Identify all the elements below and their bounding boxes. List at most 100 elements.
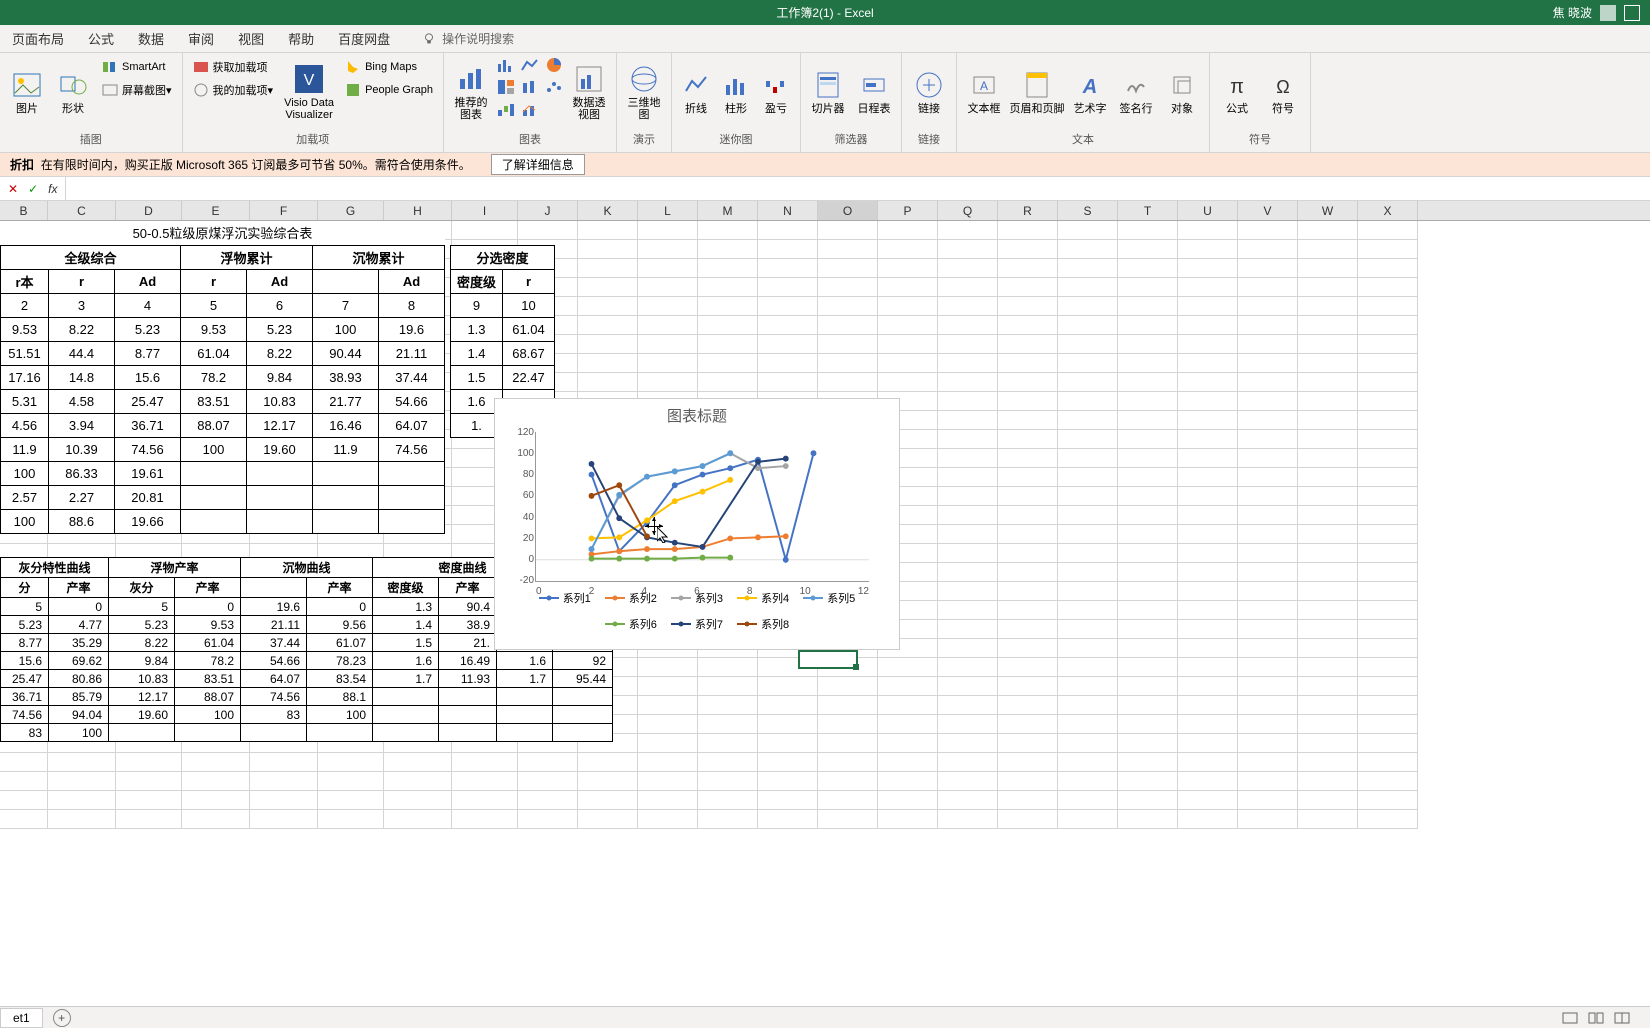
sparkline-col-button[interactable]: 柱形 xyxy=(718,56,754,128)
svg-text:V: V xyxy=(304,72,315,89)
col-header-U[interactable]: U xyxy=(1178,201,1238,220)
timeline-button[interactable]: 日程表 xyxy=(853,56,895,128)
notification-button[interactable]: 了解详细信息 xyxy=(491,154,585,175)
textbox-icon: A xyxy=(968,69,1000,101)
pie-chart-icon[interactable] xyxy=(544,56,564,74)
slicer-button[interactable]: 切片器 xyxy=(807,56,849,128)
col-header-X[interactable]: X xyxy=(1358,201,1418,220)
bingmaps-button[interactable]: Bing Maps xyxy=(341,56,437,78)
smartart-button[interactable]: SmartArt xyxy=(98,56,176,78)
view-pagelayout-icon[interactable] xyxy=(1588,1012,1604,1024)
peoplegraph-button[interactable]: People Graph xyxy=(341,79,437,101)
col-header-K[interactable]: K xyxy=(578,201,638,220)
col-header-V[interactable]: V xyxy=(1238,201,1298,220)
svg-text:Ω: Ω xyxy=(1276,77,1289,97)
shapes-button[interactable]: 形状 xyxy=(52,56,94,128)
sparkline-winloss-button[interactable]: 盈亏 xyxy=(758,56,794,128)
add-sheet-button[interactable]: + xyxy=(53,1009,71,1027)
tab-formula[interactable]: 公式 xyxy=(76,25,126,52)
screenshot-button[interactable]: 屏幕截图 ▾ xyxy=(98,79,176,101)
worksheet-grid[interactable]: BCDEFGHIJKLMNOPQRSTUVWX 50-0.5粒级原煤浮沉实验综合… xyxy=(0,201,1650,831)
col-header-P[interactable]: P xyxy=(878,201,938,220)
get-addins-button[interactable]: 获取加载项 xyxy=(189,56,278,78)
wordart-button[interactable]: A艺术字 xyxy=(1069,56,1111,128)
chart-plot-area: 120100806040200-20 024681012 xyxy=(535,432,869,582)
tab-pagelayout[interactable]: 页面布局 xyxy=(0,25,76,52)
equation-button[interactable]: π公式 xyxy=(1216,56,1258,128)
fx-icon[interactable]: fx xyxy=(48,182,57,196)
view-pagebreak-icon[interactable] xyxy=(1614,1012,1630,1024)
col-header-N[interactable]: N xyxy=(758,201,818,220)
rec-chart-icon xyxy=(455,63,487,95)
stat-chart-icon[interactable] xyxy=(520,78,540,96)
ribbon-tabs: 页面布局 公式 数据 审阅 视图 帮助 百度网盘 操作说明搜索 xyxy=(0,25,1650,53)
col-header-S[interactable]: S xyxy=(1058,201,1118,220)
col-header-T[interactable]: T xyxy=(1118,201,1178,220)
group-sparkline: 折线 柱形 盈亏 迷你图 xyxy=(672,53,801,152)
combo-chart-icon[interactable] xyxy=(520,100,540,118)
confirm-icon[interactable]: ✓ xyxy=(28,182,38,196)
col-header-G[interactable]: G xyxy=(318,201,384,220)
col-header-J[interactable]: J xyxy=(518,201,578,220)
ribbon: 图片 形状 SmartArt 屏幕截图 ▾ 插图 获取加载项 我的加载项 ▾ V… xyxy=(0,53,1650,153)
cancel-icon[interactable]: ✕ xyxy=(8,182,18,196)
user-avatar-icon[interactable] xyxy=(1600,5,1616,21)
visio-button[interactable]: V Visio Data Visualizer xyxy=(281,56,337,128)
link-button[interactable]: 链接 xyxy=(908,56,950,128)
tab-view[interactable]: 视图 xyxy=(226,25,276,52)
legend-item: 系列6 xyxy=(605,616,657,632)
pictures-button[interactable]: 图片 xyxy=(6,56,48,128)
col-header-H[interactable]: H xyxy=(384,201,452,220)
title-bar: 工作簿2(1) - Excel 焦 晓波 xyxy=(0,0,1650,25)
tell-me-search[interactable]: 操作说明搜索 xyxy=(422,30,514,47)
col-header-F[interactable]: F xyxy=(250,201,318,220)
symbol-button[interactable]: Ω符号 xyxy=(1262,56,1304,128)
col-header-E[interactable]: E xyxy=(182,201,250,220)
svg-text:π: π xyxy=(1230,76,1244,97)
view-normal-icon[interactable] xyxy=(1562,1012,1578,1024)
col-header-Q[interactable]: Q xyxy=(938,201,998,220)
col-header-W[interactable]: W xyxy=(1298,201,1358,220)
tab-help[interactable]: 帮助 xyxy=(276,25,326,52)
waterfall-chart-icon[interactable] xyxy=(496,100,516,118)
link-icon xyxy=(913,69,945,101)
column-chart-icon[interactable] xyxy=(496,56,516,74)
header-footer-button[interactable]: 页眉和页脚 xyxy=(1009,56,1065,128)
tab-review[interactable]: 审阅 xyxy=(176,25,226,52)
hierarchy-chart-icon[interactable] xyxy=(496,78,516,96)
pivot-chart-button[interactable]: 数据透视图 xyxy=(568,56,610,128)
tab-data[interactable]: 数据 xyxy=(126,25,176,52)
group-charts: 推荐的图表 数据透视图 xyxy=(444,53,617,152)
col-header-L[interactable]: L xyxy=(638,201,698,220)
user-name: 焦 晓波 xyxy=(1553,4,1592,21)
col-header-I[interactable]: I xyxy=(452,201,518,220)
col-header-C[interactable]: C xyxy=(48,201,116,220)
col-header-O[interactable]: O xyxy=(818,201,878,220)
ribbon-mode-icon[interactable] xyxy=(1624,5,1640,21)
sparkline-line-button[interactable]: 折线 xyxy=(678,56,714,128)
scatter-chart-icon[interactable] xyxy=(544,78,564,96)
col-header-B[interactable]: B xyxy=(0,201,48,220)
tell-me-placeholder: 操作说明搜索 xyxy=(442,30,514,47)
bing-icon xyxy=(345,59,361,75)
wordart-icon: A xyxy=(1074,69,1106,101)
tab-baidu[interactable]: 百度网盘 xyxy=(326,25,402,52)
my-addins-button[interactable]: 我的加载项 ▾ xyxy=(189,79,278,101)
sheet-tab[interactable]: et1 xyxy=(0,1008,43,1028)
object-button[interactable]: 对象 xyxy=(1161,56,1203,128)
group-text: A文本框 页眉和页脚 A艺术字 签名行 对象 文本 xyxy=(957,53,1210,152)
chart-object[interactable]: 图表标题 120100806040200-20 024681012 系列1系列2… xyxy=(494,398,900,650)
signature-button[interactable]: 签名行 xyxy=(1115,56,1157,128)
recommended-charts-button[interactable]: 推荐的图表 xyxy=(450,56,492,128)
textbox-button[interactable]: A文本框 xyxy=(963,56,1005,128)
people-graph-icon xyxy=(345,82,361,98)
sheet-tab-bar: et1 + xyxy=(0,1006,1650,1028)
notification-text: 在有限时间内，购买正版 Microsoft 365 订阅最多可节省 50%。需符… xyxy=(41,156,471,173)
line-chart-icon[interactable] xyxy=(520,56,540,74)
col-header-R[interactable]: R xyxy=(998,201,1058,220)
group-filter: 切片器 日程表 筛选器 xyxy=(801,53,902,152)
formula-input[interactable] xyxy=(65,177,1650,200)
map3d-button[interactable]: 三维地图 xyxy=(623,56,665,128)
col-header-M[interactable]: M xyxy=(698,201,758,220)
col-header-D[interactable]: D xyxy=(116,201,182,220)
